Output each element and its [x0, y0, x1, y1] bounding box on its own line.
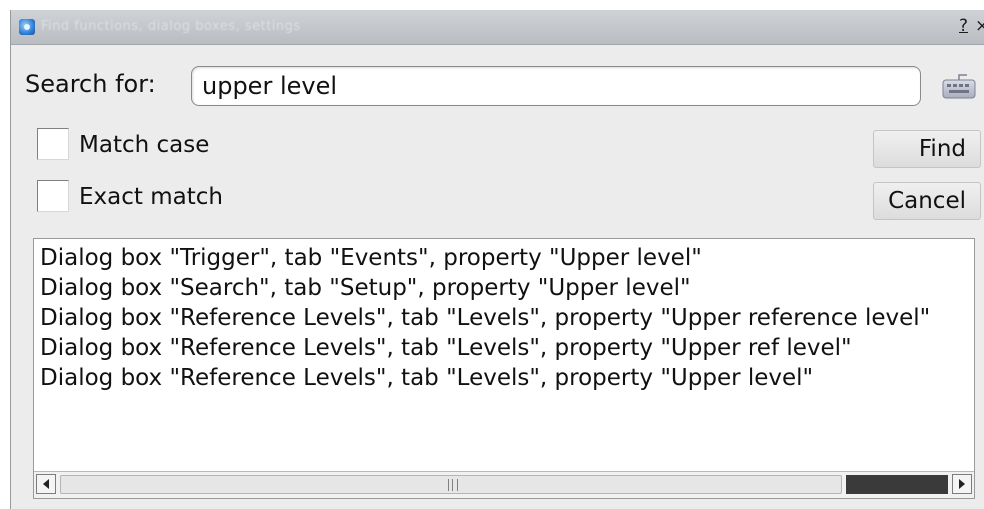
search-input[interactable] — [191, 66, 921, 106]
scroll-right-icon[interactable] — [952, 474, 972, 494]
scrollbar-thumb[interactable] — [60, 475, 842, 494]
scrollbar-track[interactable] — [846, 475, 948, 494]
match-case-checkbox[interactable] — [37, 128, 69, 160]
cancel-button[interactable]: Cancel — [873, 182, 981, 220]
grip-icon — [448, 479, 458, 491]
find-dialog: Find functions, dialog boxes, settings ?… — [10, 10, 984, 509]
title-bar[interactable]: Find functions, dialog boxes, settings ?… — [11, 10, 984, 45]
exact-match-checkbox[interactable] — [37, 180, 69, 212]
keyboard-icon[interactable] — [941, 72, 977, 100]
close-button[interactable]: × — [975, 16, 984, 36]
match-case-label: Match case — [79, 132, 210, 158]
list-item[interactable]: Dialog box "Reference Levels", tab "Leve… — [34, 363, 974, 393]
scroll-left-icon[interactable] — [36, 474, 56, 494]
app-icon — [19, 19, 35, 35]
horizontal-scrollbar[interactable] — [34, 471, 974, 498]
results-list[interactable]: Dialog box "Trigger", tab "Events", prop… — [33, 238, 975, 499]
search-label: Search for: — [25, 70, 156, 98]
exact-match-label: Exact match — [79, 184, 223, 210]
help-button[interactable]: ? — [959, 16, 968, 36]
list-item[interactable]: Dialog box "Trigger", tab "Events", prop… — [34, 243, 974, 273]
list-item[interactable]: Dialog box "Search", tab "Setup", proper… — [34, 273, 974, 303]
list-item[interactable]: Dialog box "Reference Levels", tab "Leve… — [34, 333, 974, 363]
find-button[interactable]: Find — [873, 130, 981, 168]
window-title: Find functions, dialog boxes, settings — [41, 19, 301, 34]
list-item[interactable]: Dialog box "Reference Levels", tab "Leve… — [34, 303, 974, 333]
